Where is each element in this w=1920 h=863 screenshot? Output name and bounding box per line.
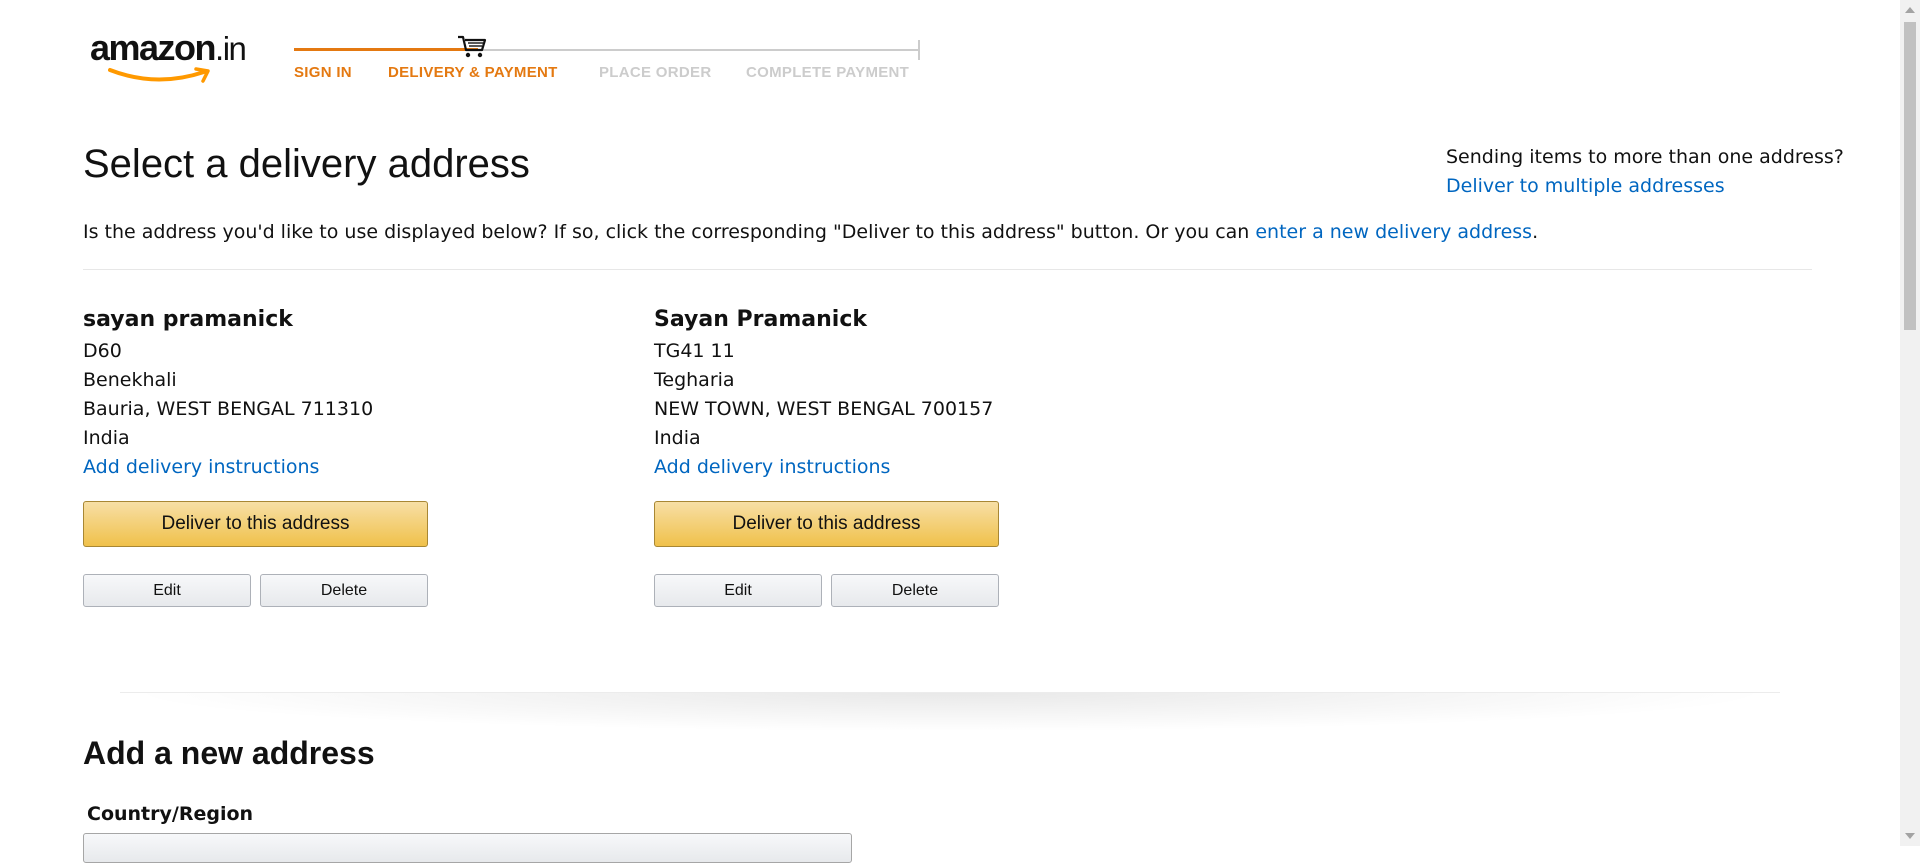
amazon-logo[interactable]: amazon.in: [90, 28, 270, 84]
address-line: Tegharia: [654, 369, 735, 391]
vertical-scrollbar[interactable]: [1900, 0, 1920, 846]
edit-address-button[interactable]: Edit: [654, 574, 822, 607]
intro-sentence: Is the address you'd like to use display…: [83, 221, 1256, 243]
scroll-up-arrow-icon[interactable]: [1905, 7, 1915, 13]
multi-address-question: Sending items to more than one address?: [1446, 146, 1844, 168]
deliver-to-address-button[interactable]: Deliver to this address: [654, 501, 999, 547]
step-delivery-payment: DELIVERY & PAYMENT: [388, 64, 558, 81]
intro-text: Is the address you'd like to use display…: [83, 221, 1538, 243]
address-line: Bauria, WEST BENGAL 711310: [83, 398, 374, 420]
delete-address-button[interactable]: Delete: [260, 574, 428, 607]
multi-address-box: Sending items to more than one address? …: [1446, 143, 1844, 201]
address-line: TG41 11: [654, 340, 735, 362]
new-address-link[interactable]: enter a new delivery address: [1255, 221, 1532, 243]
logo-text: amazon.in: [90, 27, 247, 68]
address-card: sayan pramanick D60 Benekhali Bauria, WE…: [83, 303, 503, 607]
add-delivery-instructions-link[interactable]: Add delivery instructions: [654, 456, 890, 478]
new-address-title: Add a new address: [83, 735, 375, 771]
scroll-down-arrow-icon[interactable]: [1905, 833, 1915, 839]
delete-address-button[interactable]: Delete: [831, 574, 999, 607]
step-sign-in[interactable]: SIGN IN: [294, 64, 352, 81]
smile-arrow-icon: [108, 67, 210, 83]
address-name: Sayan Pramanick: [654, 307, 867, 332]
address-card: Sayan Pramanick TG41 11 Tegharia NEW TOW…: [654, 303, 1074, 607]
address-country: India: [654, 427, 701, 449]
checkout-progress: SIGN IN DELIVERY & PAYMENT PLACE ORDER C…: [294, 34, 924, 84]
deliver-to-address-button[interactable]: Deliver to this address: [83, 501, 428, 547]
section-separator-line: [120, 692, 1780, 693]
cart-icon: [458, 35, 487, 58]
address-line: Benekhali: [83, 369, 177, 391]
scrollbar-thumb[interactable]: [1904, 22, 1916, 330]
progress-end-marker: [918, 40, 920, 60]
page-title: Select a delivery address: [83, 142, 530, 186]
step-complete-payment: COMPLETE PAYMENT: [746, 64, 910, 81]
address-line: NEW TOWN, WEST BENGAL 700157: [654, 398, 994, 420]
step-place-order: PLACE ORDER: [599, 64, 712, 81]
country-region-select[interactable]: [83, 833, 852, 863]
section-shadow-separator: [120, 692, 1780, 732]
country-region-label: Country/Region: [87, 803, 254, 825]
address-country: India: [83, 427, 130, 449]
address-name: sayan pramanick: [83, 307, 293, 332]
address-line: D60: [83, 340, 122, 362]
deliver-multiple-link[interactable]: Deliver to multiple addresses: [1446, 175, 1725, 197]
progress-fill: [294, 48, 478, 51]
checkout-page: amazon.in SIGN IN DELIVERY & PAYMENT PLA…: [0, 0, 1900, 863]
intro-end: .: [1532, 221, 1539, 243]
divider: [83, 269, 1812, 270]
add-delivery-instructions-link[interactable]: Add delivery instructions: [83, 456, 319, 478]
edit-address-button[interactable]: Edit: [83, 574, 251, 607]
